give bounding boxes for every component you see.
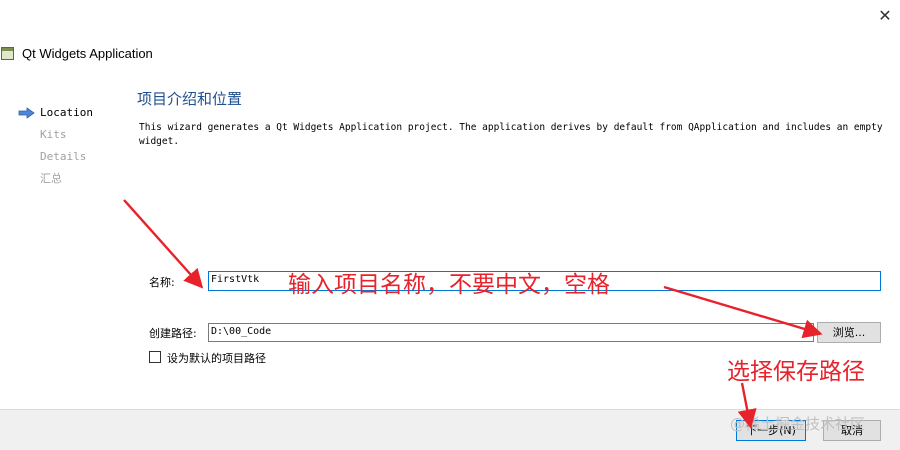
next-annotation-arrow — [737, 382, 757, 429]
name-annotation-text: 输入项目名称，不要中文，空格 — [288, 272, 610, 298]
path-annotation-text: 选择保存路径 — [727, 359, 865, 385]
name-annotation-arrow — [123, 199, 204, 289]
browse-annotation-arrow — [663, 285, 823, 339]
